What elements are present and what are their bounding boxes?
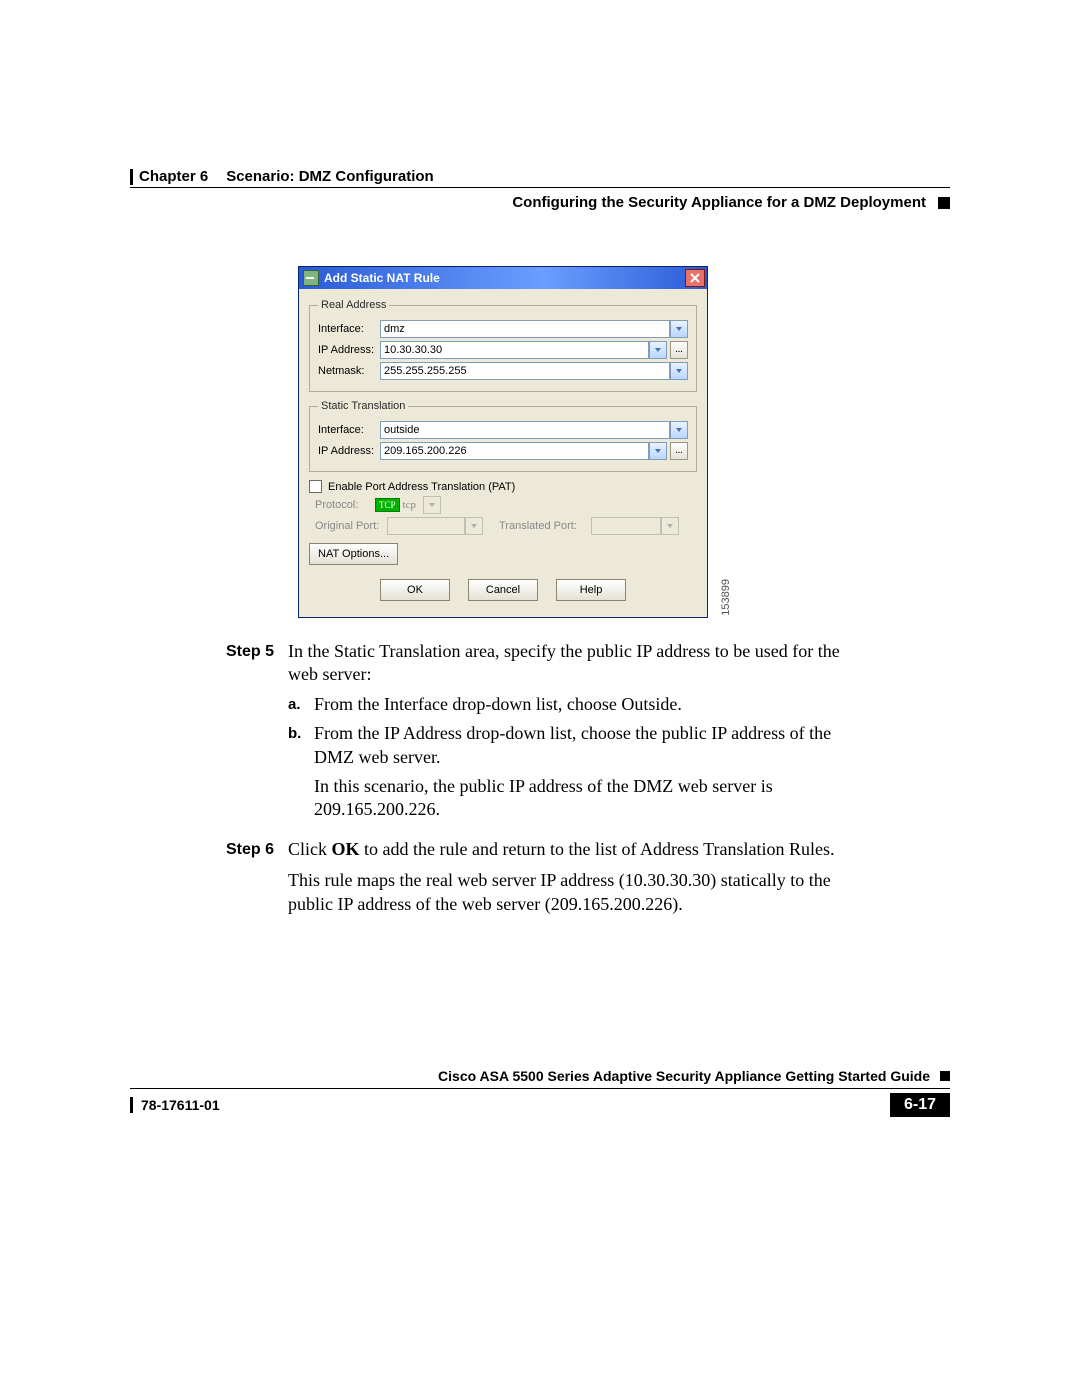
chapter-title: Scenario: DMZ Configuration bbox=[226, 168, 434, 185]
static-ip-label: IP Address: bbox=[318, 445, 380, 457]
pat-checkbox[interactable] bbox=[309, 480, 322, 493]
pat-section: Enable Port Address Translation (PAT) Pr… bbox=[309, 480, 697, 535]
step5b-text: From the IP Address drop-down list, choo… bbox=[314, 722, 846, 769]
static-interface-label: Interface: bbox=[318, 424, 380, 436]
step5-label: Step 5 bbox=[226, 640, 288, 828]
real-netmask-label: Netmask: bbox=[318, 365, 380, 377]
real-ip-browse-button[interactable]: ... bbox=[670, 341, 688, 359]
dialog-wrapper: Add Static NAT Rule Real Address Interfa… bbox=[298, 266, 718, 618]
chevron-down-icon bbox=[666, 522, 674, 530]
real-address-group: Real Address Interface: dmz IP Address: … bbox=[309, 299, 697, 392]
step5a-text: From the Interface drop-down list, choos… bbox=[314, 693, 846, 716]
footer-tick bbox=[130, 1097, 133, 1113]
tcp-badge-icon: TCP bbox=[375, 498, 400, 512]
static-translation-legend: Static Translation bbox=[318, 400, 408, 412]
protocol-dropdown bbox=[423, 496, 441, 514]
real-ip-dropdown[interactable] bbox=[649, 341, 667, 359]
step5b-note: In this scenario, the public IP address … bbox=[314, 775, 846, 822]
chevron-down-icon bbox=[428, 501, 436, 509]
real-interface-dropdown[interactable] bbox=[670, 320, 688, 338]
chevron-down-icon bbox=[675, 426, 683, 434]
footer-square bbox=[940, 1071, 950, 1081]
step6-label: Step 6 bbox=[226, 838, 288, 916]
step6-para: This rule maps the real web server IP ad… bbox=[288, 869, 846, 916]
header-square bbox=[938, 197, 950, 209]
app-icon bbox=[303, 270, 319, 286]
dialog-titlebar: Add Static NAT Rule bbox=[299, 267, 707, 289]
close-icon bbox=[690, 273, 700, 283]
footer-guide-title: Cisco ASA 5500 Series Adaptive Security … bbox=[130, 1068, 930, 1084]
page: Chapter 6 Scenario: DMZ Configuration Co… bbox=[0, 0, 1080, 1397]
footer-rule bbox=[130, 1088, 950, 1089]
original-port-input bbox=[387, 517, 465, 535]
real-ip-input[interactable]: 10.30.30.30 bbox=[380, 341, 649, 359]
page-number: 6-17 bbox=[890, 1093, 950, 1117]
translated-port-dropdown bbox=[661, 517, 679, 535]
static-interface-dropdown[interactable] bbox=[670, 421, 688, 439]
original-port-label: Original Port: bbox=[315, 520, 387, 532]
real-ip-label: IP Address: bbox=[318, 344, 380, 356]
step5a-letter: a. bbox=[288, 693, 314, 716]
step6-ok-bold: OK bbox=[332, 839, 360, 859]
real-interface-input[interactable]: dmz bbox=[380, 320, 670, 338]
translated-port-label: Translated Port: bbox=[499, 520, 591, 532]
header-rule bbox=[130, 187, 950, 188]
chevron-down-icon bbox=[470, 522, 478, 530]
protocol-field: TCP tcp bbox=[375, 496, 441, 514]
step6-rest: to add the rule and return to the list o… bbox=[360, 839, 835, 859]
step5-intro: In the Static Translation area, specify … bbox=[288, 640, 846, 687]
dialog-button-row: OK Cancel Help bbox=[309, 579, 697, 607]
chevron-down-icon bbox=[675, 367, 683, 375]
help-button[interactable]: Help bbox=[556, 579, 626, 601]
step6-line1: Click OK to add the rule and return to t… bbox=[288, 838, 846, 861]
header-tick bbox=[130, 169, 133, 185]
chevron-down-icon bbox=[654, 346, 662, 354]
protocol-label: Protocol: bbox=[315, 499, 375, 511]
section-title: Configuring the Security Appliance for a… bbox=[512, 194, 926, 211]
ok-button[interactable]: OK bbox=[380, 579, 450, 601]
footer-docnum: 78-17611-01 bbox=[141, 1097, 220, 1113]
protocol-value: tcp bbox=[403, 499, 416, 511]
page-header: Chapter 6 Scenario: DMZ Configuration Co… bbox=[130, 168, 950, 211]
chevron-down-icon bbox=[654, 447, 662, 455]
close-button[interactable] bbox=[685, 269, 705, 287]
original-port-dropdown bbox=[465, 517, 483, 535]
page-footer: Cisco ASA 5500 Series Adaptive Security … bbox=[130, 1068, 950, 1117]
static-interface-input[interactable]: outside bbox=[380, 421, 670, 439]
chevron-down-icon bbox=[675, 325, 683, 333]
cancel-button[interactable]: Cancel bbox=[468, 579, 538, 601]
dialog-title: Add Static NAT Rule bbox=[324, 271, 440, 285]
figure-id: 153899 bbox=[720, 579, 732, 616]
nat-options-button[interactable]: NAT Options... bbox=[309, 543, 398, 565]
real-interface-label: Interface: bbox=[318, 323, 380, 335]
static-translation-group: Static Translation Interface: outside IP… bbox=[309, 400, 697, 472]
real-netmask-dropdown[interactable] bbox=[670, 362, 688, 380]
step5b-letter: b. bbox=[288, 722, 314, 769]
translated-port-input bbox=[591, 517, 661, 535]
step-text-block: Step 5 In the Static Translation area, s… bbox=[226, 640, 846, 926]
chapter-label: Chapter 6 bbox=[139, 168, 208, 185]
add-static-nat-rule-dialog: Add Static NAT Rule Real Address Interfa… bbox=[298, 266, 708, 618]
pat-label: Enable Port Address Translation (PAT) bbox=[328, 481, 515, 493]
static-ip-dropdown[interactable] bbox=[649, 442, 667, 460]
real-netmask-input[interactable]: 255.255.255.255 bbox=[380, 362, 670, 380]
static-ip-input[interactable]: 209.165.200.226 bbox=[380, 442, 649, 460]
real-address-legend: Real Address bbox=[318, 299, 389, 311]
static-ip-browse-button[interactable]: ... bbox=[670, 442, 688, 460]
step6-click: Click bbox=[288, 839, 332, 859]
